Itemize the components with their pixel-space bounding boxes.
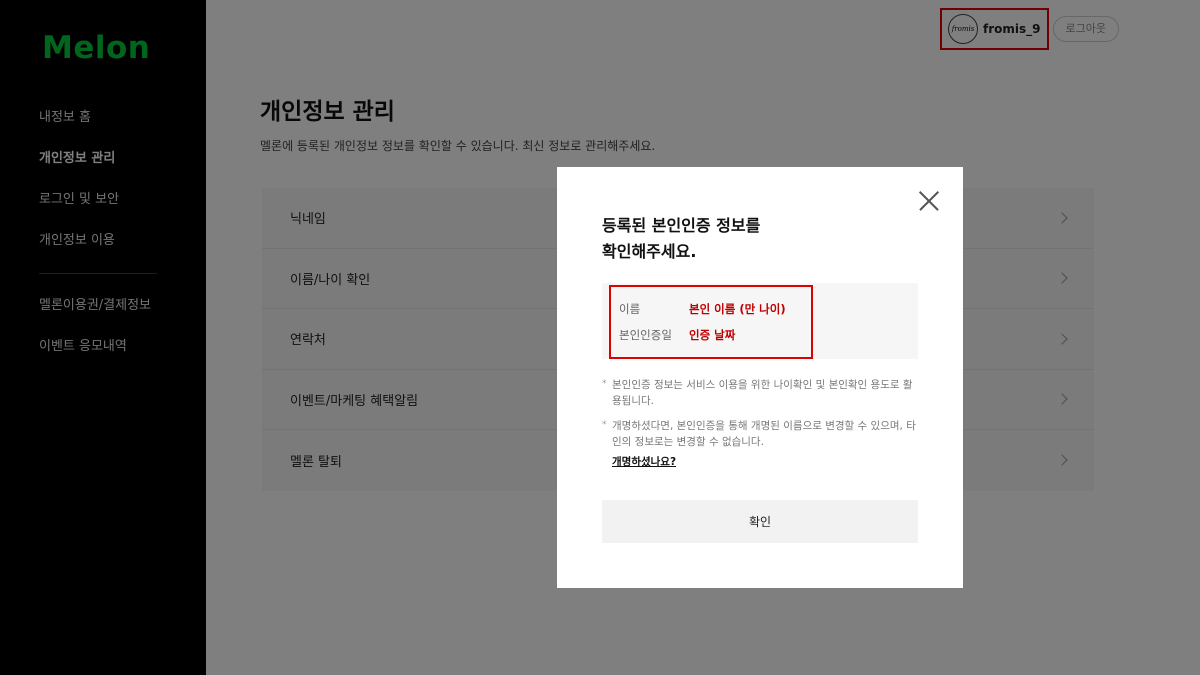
info-highlight-box: [609, 285, 813, 359]
verification-modal: 등록된 본인인증 정보를 확인해주세요. 이름 본인 이름 (만 나이) 본인인…: [557, 167, 963, 588]
info-key-date: 본인인증일: [619, 328, 672, 342]
info-row-name: 이름 본인 이름 (만 나이): [619, 301, 786, 317]
note-name-change: 개명하셨다면, 본인인증을 통해 개명된 이름으로 변경할 수 있으며, 타인의…: [602, 417, 920, 450]
modal-title-line-1: 등록된 본인인증 정보를: [602, 216, 761, 235]
close-icon[interactable]: [919, 191, 939, 211]
info-row-date: 본인인증일 인증 날짜: [619, 327, 735, 343]
modal-title: 등록된 본인인증 정보를 확인해주세요.: [602, 213, 760, 265]
modal-title-line-2: 확인해주세요.: [602, 242, 697, 261]
note-usage: 본인인증 정보는 서비스 이용을 위한 나이확인 및 본인확인 용도로 활용됩니…: [602, 376, 920, 409]
confirm-button[interactable]: 확인: [602, 500, 918, 543]
info-key-name: 이름: [619, 302, 641, 316]
info-value-name: 본인 이름 (만 나이): [689, 302, 786, 316]
verification-info-box: 이름 본인 이름 (만 나이) 본인인증일 인증 날짜: [602, 283, 918, 359]
info-value-date: 인증 날짜: [689, 328, 736, 342]
name-change-link[interactable]: 개명하셨나요?: [612, 454, 676, 469]
modal-notes: 본인인증 정보는 서비스 이용을 위한 나이확인 및 본인확인 용도로 활용됩니…: [602, 376, 920, 469]
